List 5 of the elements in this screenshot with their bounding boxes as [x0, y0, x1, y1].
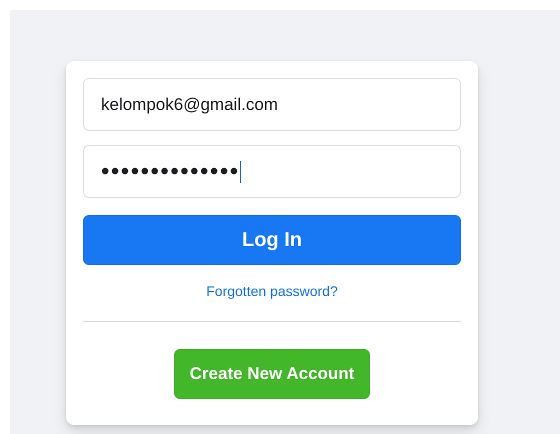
- email-field[interactable]: kelompok6@gmail.com: [83, 78, 461, 131]
- create-account-button[interactable]: Create New Account: [174, 349, 370, 399]
- forgot-password-link[interactable]: Forgotten password?: [206, 283, 338, 299]
- password-field[interactable]: ••••••••••••••: [83, 145, 461, 198]
- login-button[interactable]: Log In: [83, 215, 461, 265]
